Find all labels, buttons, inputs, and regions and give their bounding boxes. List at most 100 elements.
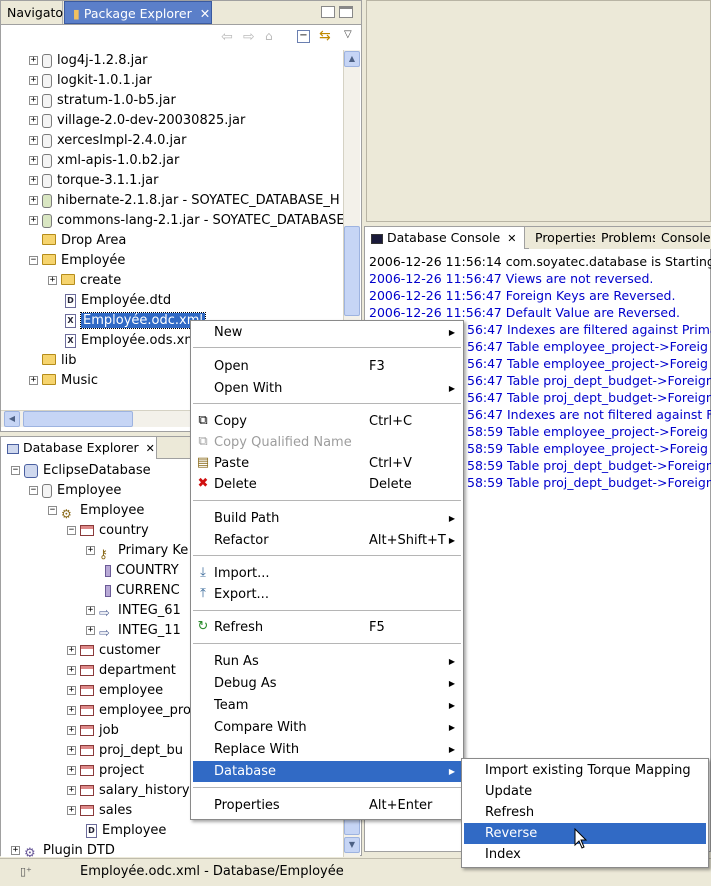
tree-item[interactable]: + job xyxy=(67,721,119,741)
tree-item[interactable]: + commons-lang-2.1.jar - SOYATEC_DATABASE xyxy=(29,211,343,231)
expand-icon[interactable]: + xyxy=(67,806,76,815)
expand-icon[interactable]: + xyxy=(29,156,38,165)
tab-properties[interactable]: Properties xyxy=(529,227,606,249)
expand-icon[interactable]: + xyxy=(86,626,95,635)
menu-item-open-with[interactable]: Open With ▶ xyxy=(193,378,461,399)
expand-icon[interactable]: + xyxy=(29,76,38,85)
scroll-left-icon[interactable]: ◀ xyxy=(4,411,20,427)
tree-item[interactable]: + Music xyxy=(29,371,98,391)
menu-item-copy[interactable]: ⧉ Copy Ctrl+C xyxy=(193,411,461,432)
tree-item[interactable]: + log4j-1.2.8.jar xyxy=(29,51,148,71)
expand-icon[interactable]: + xyxy=(67,746,76,755)
menu-item-replace-with[interactable]: Replace With ▶ xyxy=(193,739,461,760)
tree-item[interactable]: + sales xyxy=(67,801,132,821)
collapse-icon[interactable]: − xyxy=(48,506,57,515)
fast-view-icon[interactable]: ▯⁺ xyxy=(20,865,32,878)
scroll-up-icon[interactable]: ▲ xyxy=(344,51,360,67)
tree-item[interactable]: Drop Area xyxy=(42,231,126,251)
tree-item[interactable]: + salary_history xyxy=(67,781,190,801)
expand-icon[interactable]: + xyxy=(29,216,38,225)
forward-icon[interactable]: ⇨ xyxy=(243,29,255,45)
menu-item-import[interactable]: ⤓ Import... xyxy=(193,563,461,584)
tree-item[interactable]: + xml-apis-1.0.b2.jar xyxy=(29,151,179,171)
tree-item[interactable]: − ⚙ Employee xyxy=(48,501,144,521)
collapse-icon[interactable]: − xyxy=(29,486,38,495)
view-menu-icon[interactable]: ▽ xyxy=(344,29,352,40)
scroll-thumb[interactable] xyxy=(344,226,360,316)
tab-navigator[interactable]: Navigator xyxy=(1,1,68,24)
tab-package-explorer[interactable]: ▮ Package Explorer ✕ xyxy=(64,1,212,24)
tree-item[interactable]: + create xyxy=(48,271,121,291)
tree-item[interactable]: lib xyxy=(42,351,76,371)
menu-item-database[interactable]: Database ▶ xyxy=(193,761,461,782)
collapse-icon[interactable]: − xyxy=(29,256,38,265)
menu-item-new[interactable]: New ▶ xyxy=(193,322,461,343)
tree-item[interactable]: + logkit-1.0.1.jar xyxy=(29,71,152,91)
link-editor-icon[interactable]: ⇆ xyxy=(319,28,331,44)
menu-item-refactor[interactable]: Refactor Alt+Shift+T ▶ xyxy=(193,530,461,551)
minimize-view-icon[interactable] xyxy=(321,6,335,18)
menu-item-build-path[interactable]: Build Path ▶ xyxy=(193,508,461,529)
submenu-item-refresh[interactable]: Refresh xyxy=(464,802,706,823)
tree-item[interactable]: − Employée xyxy=(29,251,125,271)
collapse-icon[interactable]: − xyxy=(67,526,76,535)
expand-icon[interactable]: + xyxy=(48,276,57,285)
menu-item-debug-as[interactable]: Debug As ▶ xyxy=(193,673,461,694)
back-icon[interactable]: ⇦ xyxy=(221,29,233,45)
tree-item[interactable]: CURRENC xyxy=(105,581,180,601)
tree-item[interactable]: + xercesImpl-2.4.0.jar xyxy=(29,131,186,151)
tree-item[interactable]: − country xyxy=(67,521,149,541)
tree-item[interactable]: D Employée.dtd xyxy=(65,291,171,311)
menu-item-delete[interactable]: ✖ Delete Delete xyxy=(193,474,461,495)
maximize-view-icon[interactable] xyxy=(339,6,353,18)
tree-item[interactable]: COUNTRY xyxy=(105,561,179,581)
menu-item-compare-with[interactable]: Compare With ▶ xyxy=(193,717,461,738)
menu-item-team[interactable]: Team ▶ xyxy=(193,695,461,716)
expand-icon[interactable]: + xyxy=(86,606,95,615)
tab-console[interactable]: Console xyxy=(655,227,711,249)
expand-icon[interactable]: + xyxy=(29,196,38,205)
tree-item[interactable]: + ⚙ Plugin DTD xyxy=(11,841,115,857)
tree-item[interactable]: − Employee xyxy=(29,481,121,501)
tree-item[interactable]: + village-2.0-dev-20030825.jar xyxy=(29,111,245,131)
submenu-item-update[interactable]: Update xyxy=(464,781,706,802)
collapse-all-icon[interactable]: − xyxy=(297,30,310,43)
expand-icon[interactable]: + xyxy=(67,666,76,675)
expand-icon[interactable]: + xyxy=(29,136,38,145)
tree-item[interactable]: + ⚷ Primary Ke xyxy=(86,541,188,561)
tree-item[interactable]: D Employee xyxy=(86,821,166,841)
expand-icon[interactable]: + xyxy=(67,646,76,655)
expand-icon[interactable]: + xyxy=(29,376,38,385)
tree-item[interactable]: + ⇨ INTEG_61 xyxy=(86,601,181,621)
close-icon[interactable]: ✕ xyxy=(146,442,155,455)
tree-item[interactable]: + hibernate-2.1.8.jar - SOYATEC_DATABASE_… xyxy=(29,191,340,211)
tree-item[interactable]: + torque-3.1.1.jar xyxy=(29,171,158,191)
scroll-thumb[interactable] xyxy=(23,411,133,427)
menu-item-paste[interactable]: ▤ Paste Ctrl+V xyxy=(193,453,461,474)
tree-item[interactable]: + project xyxy=(67,761,144,781)
tab-database-console[interactable]: Database Console ✕ xyxy=(365,227,525,249)
tree-item[interactable]: + proj_dept_bu xyxy=(67,741,183,761)
tree-item-selected[interactable]: X Employée.odc.xml xyxy=(65,311,206,331)
collapse-icon[interactable]: − xyxy=(11,466,20,475)
expand-icon[interactable]: + xyxy=(29,176,38,185)
up-icon[interactable]: ⌂ xyxy=(265,29,273,43)
tree-item[interactable]: X Employée.ods.xml xyxy=(65,331,201,351)
menu-item-run-as[interactable]: Run As ▶ xyxy=(193,651,461,672)
expand-icon[interactable]: + xyxy=(29,56,38,65)
tab-database-explorer[interactable]: Database Explorer ✕ xyxy=(1,437,157,459)
expand-icon[interactable]: + xyxy=(67,706,76,715)
tree-item[interactable]: + customer xyxy=(67,641,160,661)
tree-item[interactable]: + stratum-1.0-b5.jar xyxy=(29,91,176,111)
menu-item-properties[interactable]: Properties Alt+Enter xyxy=(193,795,461,816)
menu-item-export[interactable]: ⤒ Export... xyxy=(193,584,461,605)
tree-item[interactable]: − EclipseDatabase xyxy=(11,461,151,481)
tree-item[interactable]: + department xyxy=(67,661,176,681)
close-icon[interactable]: ✕ xyxy=(200,6,210,21)
menu-item-refresh[interactable]: ↻ Refresh F5 xyxy=(193,617,461,638)
close-icon[interactable]: ✕ xyxy=(507,232,516,245)
tree-item[interactable]: + employee xyxy=(67,681,163,701)
expand-icon[interactable]: + xyxy=(67,766,76,775)
expand-icon[interactable]: + xyxy=(29,116,38,125)
expand-icon[interactable]: + xyxy=(86,546,95,555)
